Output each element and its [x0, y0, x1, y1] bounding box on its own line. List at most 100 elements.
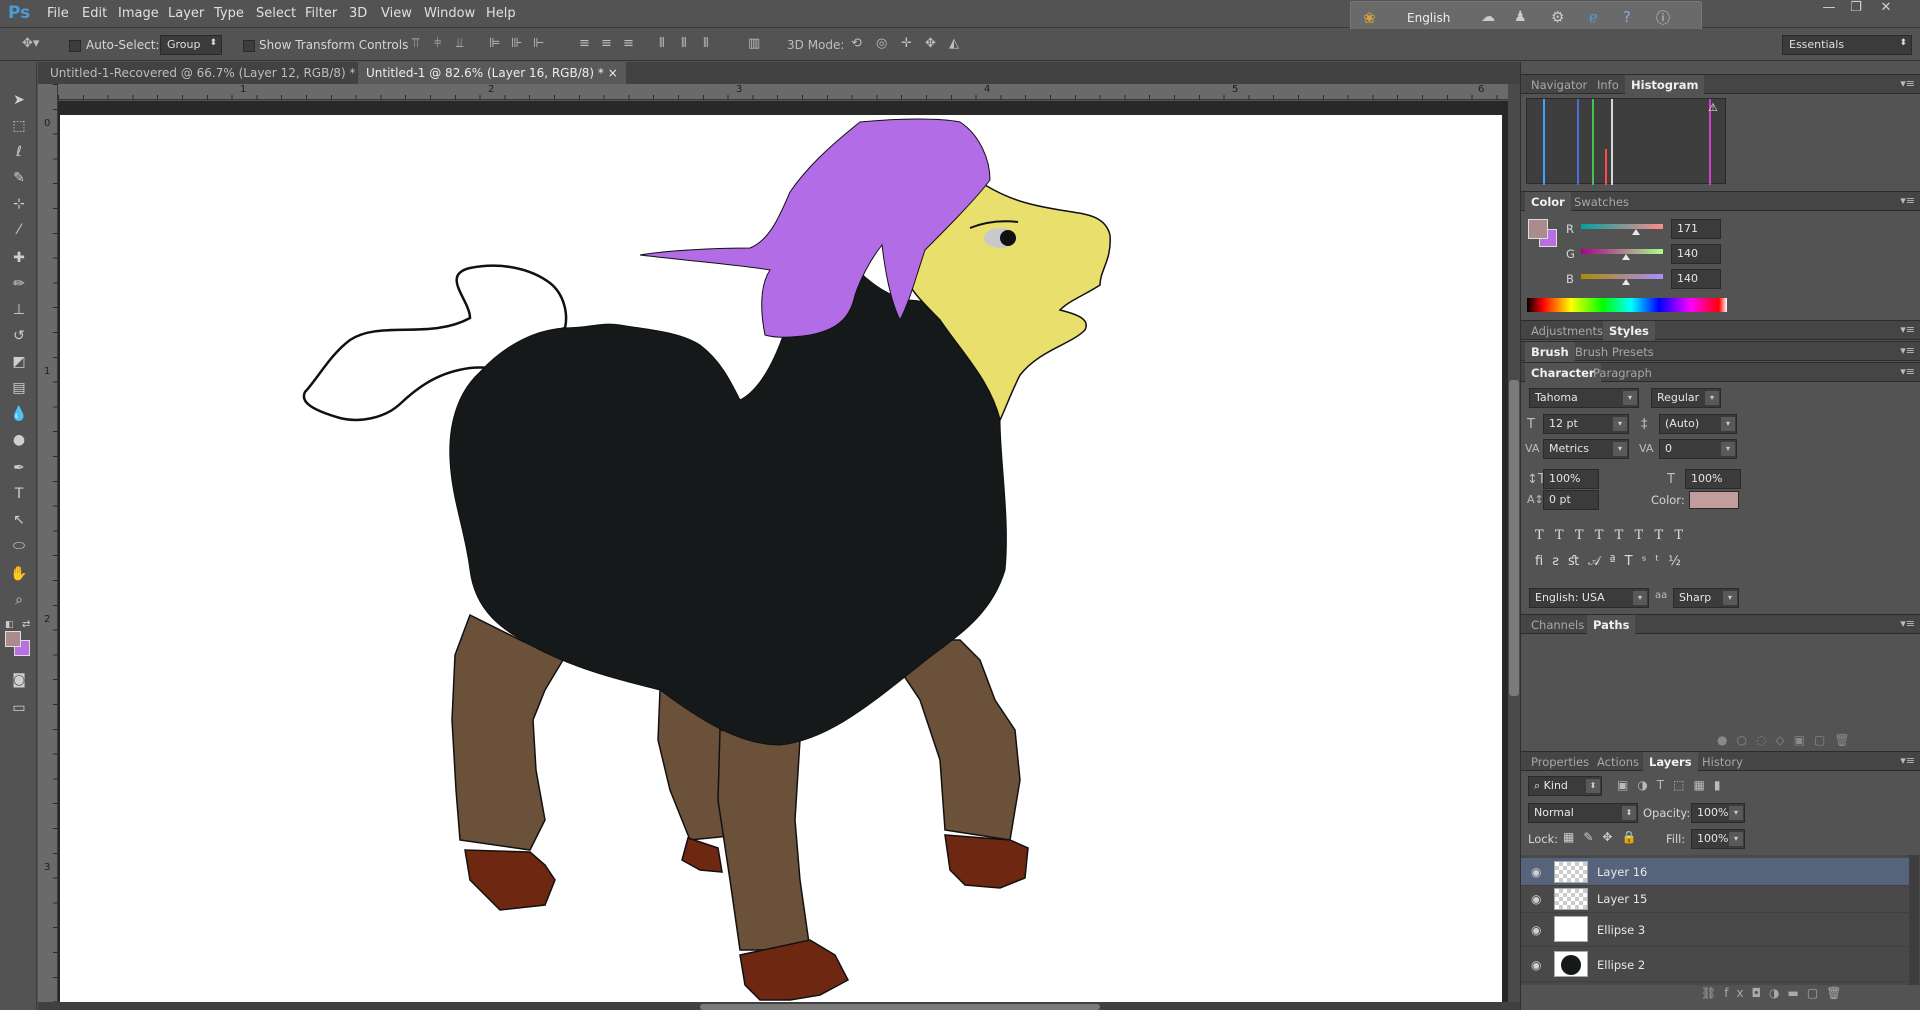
menu-layer[interactable]: Layer — [168, 6, 204, 21]
distribute-right-icon[interactable]: ⦀ — [703, 36, 709, 51]
color-spectrum[interactable] — [1527, 298, 1727, 312]
vertical-scale-field[interactable]: 100% — [1543, 469, 1599, 489]
text-style-buttons[interactable]: TTTTTTTT — [1535, 528, 1694, 543]
eyedropper-tool-icon[interactable]: ⁄ — [8, 220, 30, 240]
menu-type[interactable]: Type — [214, 6, 244, 21]
move-tool-preset-icon[interactable]: ✥▾ — [22, 36, 39, 51]
distribute-top-icon[interactable]: ≡ — [579, 36, 590, 51]
panel-menu-icon[interactable]: ▾≡ — [1900, 344, 1915, 357]
3d-slide-icon[interactable]: ✥ — [925, 36, 936, 51]
menu-view[interactable]: View — [381, 6, 412, 21]
lock-icons[interactable]: ▦✎✥🔒 — [1563, 830, 1645, 844]
marquee-tool-icon[interactable]: ⬚ — [8, 116, 30, 136]
menu-help[interactable]: Help — [486, 6, 516, 21]
menu-window[interactable]: Window — [424, 6, 475, 21]
history-brush-tool-icon[interactable]: ↺ — [8, 326, 30, 346]
align-vcenter-icon[interactable]: ⫩ — [434, 36, 441, 51]
3d-scale-icon[interactable]: ◭ — [949, 36, 959, 51]
tab-properties[interactable]: Properties — [1525, 752, 1595, 772]
tab-brush-presets[interactable]: Brush Presets — [1569, 342, 1660, 362]
paths-footer-buttons[interactable]: ●○◌◇▣▢🗑 — [1717, 733, 1859, 747]
distribute-hcenter-icon[interactable]: ⦀ — [681, 36, 687, 51]
slider-b-thumb[interactable] — [1622, 279, 1631, 285]
dodge-tool-icon[interactable]: ● — [8, 430, 30, 450]
menu-3d[interactable]: 3D — [349, 6, 367, 21]
leading-field[interactable]: (Auto) ▾ — [1659, 414, 1737, 434]
ime-browser-icon[interactable]: ℯ — [1589, 8, 1598, 26]
font-size-field[interactable]: 12 pt ▾ — [1543, 414, 1629, 434]
tab-info[interactable]: Info — [1591, 75, 1625, 95]
ime-language[interactable]: English — [1407, 11, 1450, 25]
3d-pan-icon[interactable]: ✛ — [901, 36, 912, 51]
tab-styles[interactable]: Styles — [1603, 321, 1655, 341]
restore-button[interactable]: ❐ — [1845, 0, 1867, 16]
tab-untitled-1[interactable]: Untitled-1 @ 82.6% (Layer 16, RGB/8) * × — [358, 62, 626, 84]
font-style-dropdown[interactable]: Regular ▾ — [1651, 388, 1721, 408]
menu-file[interactable]: File — [47, 6, 69, 21]
color-fg-swatch[interactable] — [1528, 219, 1548, 239]
layer-row[interactable]: ◉ Ellipse 2 — [1521, 948, 1917, 982]
g-value-field[interactable]: 140 — [1671, 244, 1721, 264]
brush-tool-icon[interactable]: ✏ — [8, 274, 30, 294]
antialias-dropdown[interactable]: Sharp ▾ — [1673, 588, 1739, 608]
quick-selection-tool-icon[interactable]: ✎ — [8, 168, 30, 188]
pen-tool-icon[interactable]: ✒ — [8, 458, 30, 478]
ime-settings-icon[interactable]: ⚙ — [1551, 8, 1564, 26]
eraser-tool-icon[interactable]: ◩ — [8, 352, 30, 372]
align-left-icon[interactable]: ⊫ — [489, 36, 500, 51]
hand-tool-icon[interactable]: ✋ — [8, 564, 30, 584]
eye-icon[interactable]: ◉ — [1531, 865, 1541, 879]
transform-controls-checkbox[interactable] — [243, 38, 255, 52]
slider-b[interactable] — [1581, 274, 1663, 285]
ime-cloud-icon[interactable]: ☁ — [1481, 9, 1495, 25]
language-dropdown[interactable]: English: USA ▾ — [1529, 588, 1649, 608]
move-tool-icon[interactable]: ➤ — [8, 90, 30, 110]
quick-mask-icon[interactable]: ◙ — [8, 670, 30, 690]
tab-actions[interactable]: Actions — [1591, 752, 1645, 772]
auto-select-checkbox[interactable] — [69, 38, 81, 52]
panel-menu-icon[interactable]: ▾≡ — [1900, 617, 1915, 630]
r-value-field[interactable]: 171 — [1671, 219, 1721, 239]
distribute-vcenter-icon[interactable]: ≡ — [601, 36, 612, 51]
baseline-shift-field[interactable]: 0 pt — [1543, 490, 1599, 510]
workspace-dropdown[interactable]: Essentials ⬍ — [1782, 35, 1912, 55]
3d-orbit-icon[interactable]: ⟲ — [851, 36, 862, 51]
clone-stamp-tool-icon[interactable]: ⊥ — [8, 300, 30, 320]
zoom-tool-icon[interactable]: ⌕ — [8, 590, 30, 610]
layer-filter-kind-dropdown[interactable]: ⌕ Kind ⬍ — [1528, 776, 1602, 796]
layer-row[interactable]: ◉ Layer 16 — [1521, 858, 1917, 886]
kerning-field[interactable]: Metrics ▾ — [1543, 439, 1629, 459]
fill-field[interactable]: 100% ▾ — [1691, 829, 1745, 849]
slider-g[interactable] — [1581, 249, 1663, 260]
menu-edit[interactable]: Edit — [82, 6, 107, 21]
eye-icon[interactable]: ◉ — [1531, 892, 1541, 906]
tab-brush[interactable]: Brush — [1525, 342, 1575, 362]
lasso-tool-icon[interactable]: ℓ — [8, 142, 30, 162]
ime-info-icon[interactable]: ⓘ — [1656, 8, 1670, 28]
panel-menu-icon[interactable]: ▾≡ — [1900, 365, 1915, 378]
ellipse-tool-icon[interactable]: ⬭ — [8, 536, 30, 556]
foreground-color-swatch[interactable] — [5, 631, 21, 647]
tab-histogram[interactable]: Histogram — [1625, 75, 1705, 95]
align-bottom-icon[interactable]: ⫫ — [456, 36, 463, 51]
text-color-swatch[interactable] — [1689, 491, 1739, 509]
tab-navigator[interactable]: Navigator — [1525, 75, 1593, 95]
tab-untitled-1-recovered[interactable]: Untitled-1-Recovered @ 66.7% (Layer 12, … — [42, 62, 377, 84]
slider-r-thumb[interactable] — [1631, 229, 1640, 235]
panel-menu-icon[interactable]: ▾≡ — [1900, 77, 1915, 90]
opacity-field[interactable]: 100% ▾ — [1691, 803, 1745, 823]
menu-image[interactable]: Image — [118, 6, 159, 21]
tab-adjustments[interactable]: Adjustments — [1525, 321, 1609, 341]
vertical-scroll-thumb[interactable] — [1509, 380, 1519, 696]
slider-g-thumb[interactable] — [1622, 254, 1631, 260]
align-right-icon[interactable]: ⊩ — [533, 36, 544, 51]
healing-brush-tool-icon[interactable]: ✚ — [8, 248, 30, 268]
auto-align-icon[interactable]: ▥ — [748, 36, 760, 51]
layer-filter-icons[interactable]: ▣◑T⬚▦▮ — [1617, 778, 1729, 792]
panel-menu-icon[interactable]: ▾≡ — [1900, 754, 1915, 767]
crop-tool-icon[interactable]: ⊹ — [8, 194, 30, 214]
slider-r[interactable] — [1581, 224, 1663, 235]
blend-mode-dropdown[interactable]: Normal ⬍ — [1528, 803, 1638, 823]
blur-tool-icon[interactable]: 💧 — [8, 404, 30, 424]
path-selection-tool-icon[interactable]: ↖ — [8, 510, 30, 530]
